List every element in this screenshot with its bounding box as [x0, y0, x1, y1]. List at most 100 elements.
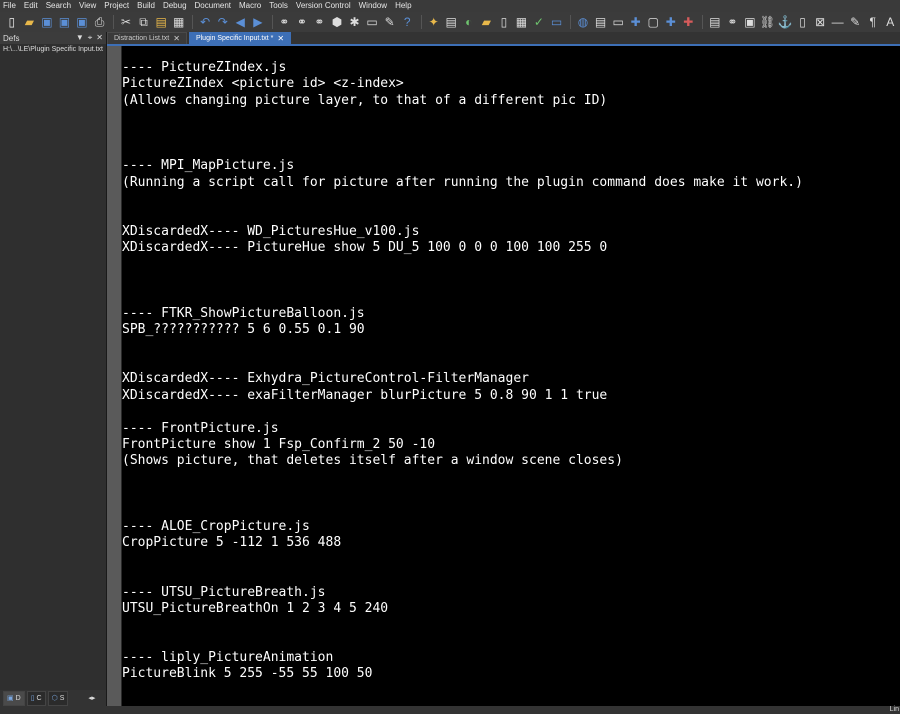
code-line[interactable]: XDiscardedX---- exaFilterManager blurPic… — [122, 388, 803, 404]
binoculars-icon[interactable]: ⚭ — [725, 14, 741, 30]
terminal-icon[interactable]: ▭ — [549, 14, 565, 30]
code-line[interactable]: CropPicture 5 -112 1 536 488 — [122, 535, 803, 551]
text-icon[interactable]: A — [883, 14, 899, 30]
code-line[interactable]: SPB_??????????? 5 6 0.55 0.1 90 — [122, 322, 803, 338]
code-line[interactable] — [122, 208, 803, 224]
clipboard-icon[interactable]: ▤ — [443, 14, 459, 30]
menu-item-help[interactable]: Help — [391, 0, 415, 12]
code-line[interactable]: ---- ALOE_CropPicture.js — [122, 519, 803, 535]
menu-item-tools[interactable]: Tools — [265, 0, 292, 12]
menu-item-view[interactable]: View — [75, 0, 100, 12]
print-icon[interactable]: ⎙ — [92, 14, 108, 30]
brush-icon[interactable]: ✎ — [847, 14, 863, 30]
code-line[interactable]: (Running a script call for picture after… — [122, 175, 803, 191]
line-gutter[interactable] — [107, 46, 122, 706]
split-icon[interactable]: ▭ — [610, 14, 626, 30]
code-line[interactable] — [122, 339, 803, 355]
menu-item-macro[interactable]: Macro — [235, 0, 265, 12]
close-icon[interactable]: ✕ — [96, 33, 103, 43]
undo-icon[interactable]: ↶ — [197, 14, 213, 30]
code-line[interactable] — [122, 568, 803, 584]
menu-item-debug[interactable]: Debug — [159, 0, 191, 12]
panel-tab-d[interactable]: ▣ D — [3, 690, 25, 706]
link-icon[interactable]: ⛓ — [760, 14, 776, 30]
redo-icon[interactable]: ↷ — [215, 14, 231, 30]
code-line[interactable]: PictureBlink 5 255 -55 55 100 50 — [122, 666, 803, 682]
text-editor[interactable]: ---- PictureZIndex.js PictureZIndex <pict… — [122, 46, 900, 706]
code-line[interactable]: ---- UTSU_PictureBreath.js — [122, 585, 803, 601]
calculator-icon[interactable]: ▦ — [514, 14, 530, 30]
code-line[interactable] — [122, 486, 803, 502]
anchor-icon[interactable]: ⚓ — [777, 14, 793, 30]
add-red-icon[interactable]: ✚ — [681, 14, 697, 30]
menu-item-window[interactable]: Window — [355, 0, 391, 12]
menu-item-project[interactable]: Project — [100, 0, 133, 12]
spellcheck-icon[interactable]: ✓ — [531, 14, 547, 30]
code-line[interactable] — [122, 617, 803, 633]
monitor-icon[interactable]: ▭ — [364, 14, 380, 30]
save-as-icon[interactable]: ▣ — [74, 14, 90, 30]
editor-text[interactable]: ---- PictureZIndex.js PictureZIndex <pict… — [122, 60, 803, 683]
code-line[interactable]: ---- FrontPicture.js — [122, 421, 803, 437]
minus-icon[interactable]: — — [830, 14, 846, 30]
code-line[interactable]: PictureZIndex <picture id> <z-index> — [122, 76, 803, 92]
notes-icon[interactable]: ▤ — [707, 14, 723, 30]
code-line[interactable] — [122, 142, 803, 158]
code-line[interactable] — [122, 257, 803, 273]
defs-file-path[interactable]: H:\...\LE\Plugin Specific Input.txt — [0, 44, 106, 55]
image-icon[interactable]: ▣ — [742, 14, 758, 30]
back-icon[interactable]: ◀ — [233, 14, 249, 30]
code-line[interactable]: XDiscardedX---- Exhydra_PictureControl-F… — [122, 371, 803, 387]
folder-icon[interactable]: ▰ — [479, 14, 495, 30]
code-line[interactable] — [122, 289, 803, 305]
dropdown-icon[interactable]: ▼ — [76, 33, 84, 43]
code-line[interactable] — [122, 273, 803, 289]
wrench-icon[interactable]: ✎ — [382, 14, 398, 30]
menu-item-edit[interactable]: Edit — [20, 0, 42, 12]
panel-tab-c[interactable]: ▯ C — [26, 690, 46, 706]
code-line[interactable]: XDiscardedX---- WD_PicturesHue_v100.js — [122, 224, 803, 240]
menu-item-version-control[interactable]: Version Control — [292, 0, 355, 12]
tab-document[interactable]: Distraction List.txt ✕ — [107, 32, 187, 44]
save-icon[interactable]: ▣ — [39, 14, 55, 30]
paste-icon[interactable]: ▤ — [153, 14, 169, 30]
panel-tab-s[interactable]: ⬡ S — [47, 690, 69, 706]
package-icon[interactable]: ⬢ — [329, 14, 345, 30]
add-blue-icon[interactable]: ✚ — [663, 14, 679, 30]
open-folder-icon[interactable]: ▰ — [22, 14, 38, 30]
code-line[interactable] — [122, 634, 803, 650]
document-icon[interactable]: ▯ — [496, 14, 512, 30]
close-tab-icon[interactable]: ✕ — [277, 34, 284, 43]
pin-icon[interactable]: ⌖ — [88, 33, 93, 43]
code-line[interactable] — [122, 191, 803, 207]
toggle-icon[interactable]: ◐ — [461, 14, 477, 30]
script-icon[interactable]: ▯ — [795, 14, 811, 30]
code-line[interactable]: ---- MPI_MapPicture.js — [122, 158, 803, 174]
cut-icon[interactable]: ✂ — [118, 14, 134, 30]
code-line[interactable]: ---- FTKR_ShowPictureBalloon.js — [122, 306, 803, 322]
code-line[interactable] — [122, 126, 803, 142]
code-line[interactable] — [122, 109, 803, 125]
help-icon[interactable]: ? — [399, 14, 415, 30]
code-line[interactable] — [122, 552, 803, 568]
save-all-icon[interactable]: ▣ — [57, 14, 73, 30]
code-line[interactable] — [122, 355, 803, 371]
code-line[interactable]: ---- liply_PictureAnimation — [122, 650, 803, 666]
code-line[interactable]: ---- PictureZIndex.js — [122, 60, 803, 76]
magic-wand-icon[interactable]: ✦ — [426, 14, 442, 30]
new-file-icon[interactable]: ▯ — [4, 14, 20, 30]
close-tab-icon[interactable]: ✕ — [173, 34, 180, 43]
code-line[interactable]: XDiscardedX---- PictureHue show 5 DU_5 1… — [122, 240, 803, 256]
code-line[interactable] — [122, 470, 803, 486]
tab-active-document[interactable]: Plugin Specific Input.txt * ✕ — [188, 32, 292, 44]
layout-icon[interactable]: ▤ — [593, 14, 609, 30]
code-line[interactable]: UTSU_PictureBreathOn 1 2 3 4 5 240 — [122, 601, 803, 617]
find-icon[interactable]: ⚭ — [277, 14, 293, 30]
code-line[interactable]: (Shows picture, that deletes itself afte… — [122, 453, 803, 469]
code-line[interactable] — [122, 404, 803, 420]
bug-icon[interactable]: ✱ — [347, 14, 363, 30]
globe-icon[interactable]: ◍ — [575, 14, 591, 30]
menu-item-file[interactable]: File — [0, 0, 20, 12]
close-doc-icon[interactable]: ⊠ — [812, 14, 828, 30]
add-icon[interactable]: ✚ — [628, 14, 644, 30]
